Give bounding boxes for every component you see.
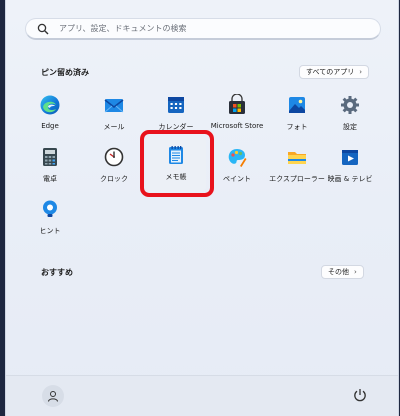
app-movies-tv[interactable]: 映画 & テレビ bbox=[320, 140, 380, 196]
calendar-icon bbox=[168, 97, 184, 113]
more-button[interactable]: その他 › bbox=[321, 265, 364, 279]
paint-icon bbox=[228, 149, 247, 167]
chevron-right-icon: › bbox=[359, 68, 363, 76]
more-label: その他 bbox=[328, 268, 349, 276]
app-paint[interactable]: ペイント bbox=[207, 140, 267, 196]
app-label: 設定 bbox=[343, 123, 357, 131]
app-label: 映画 & テレビ bbox=[327, 175, 373, 183]
clock-icon bbox=[104, 147, 124, 167]
store-icon bbox=[229, 94, 245, 114]
user-icon bbox=[48, 391, 58, 402]
app-label: クロック bbox=[100, 175, 128, 183]
start-footer bbox=[6, 375, 398, 416]
app-label: ヒント bbox=[39, 227, 61, 235]
pinned-title: ピン留め済み bbox=[41, 68, 89, 77]
calculator-icon bbox=[43, 148, 57, 166]
app-label: 電卓 bbox=[43, 175, 57, 183]
tips-icon bbox=[43, 200, 57, 217]
app-tips[interactable]: ヒント bbox=[20, 192, 80, 248]
start-menu: ピン留め済み すべてのアプリ › Edge メール bbox=[5, 0, 399, 416]
power-icon[interactable] bbox=[352, 387, 368, 403]
app-file-explorer[interactable]: エクスプローラー bbox=[267, 140, 327, 196]
app-mail[interactable]: メール bbox=[84, 88, 144, 144]
app-calculator[interactable]: 電卓 bbox=[20, 140, 80, 196]
app-label: Edge bbox=[41, 122, 59, 130]
recommended-title: おすすめ bbox=[41, 268, 73, 277]
app-label: ペイント bbox=[223, 175, 251, 183]
folder-icon bbox=[288, 152, 306, 164]
app-label: メール bbox=[103, 123, 125, 131]
all-apps-label: すべてのアプリ bbox=[306, 68, 355, 76]
search-box[interactable] bbox=[25, 18, 381, 40]
app-photos[interactable]: フォト bbox=[267, 88, 327, 144]
photos-icon bbox=[289, 97, 305, 113]
app-clock[interactable]: クロック bbox=[84, 140, 144, 196]
settings-icon bbox=[341, 96, 359, 114]
user-account-button[interactable] bbox=[42, 385, 64, 407]
app-settings[interactable]: 設定 bbox=[320, 88, 380, 144]
app-notepad[interactable]: メモ帳 bbox=[146, 136, 206, 192]
search-icon bbox=[37, 23, 49, 34]
app-label: Microsoft Store bbox=[210, 122, 264, 130]
edge-icon bbox=[40, 95, 60, 115]
search-input[interactable] bbox=[57, 23, 380, 34]
mail-icon bbox=[104, 99, 124, 113]
movies-tv-icon bbox=[342, 150, 358, 165]
app-label: フォト bbox=[286, 123, 308, 131]
app-label: カレンダー bbox=[158, 123, 194, 131]
all-apps-button[interactable]: すべてのアプリ › bbox=[299, 65, 370, 79]
app-label: メモ帳 bbox=[165, 173, 187, 181]
notepad-icon bbox=[169, 146, 183, 164]
app-microsoft-store[interactable]: Microsoft Store bbox=[207, 88, 267, 144]
chevron-right-icon: › bbox=[354, 268, 357, 276]
app-label: エクスプローラー bbox=[269, 175, 325, 183]
app-edge[interactable]: Edge bbox=[20, 88, 80, 144]
